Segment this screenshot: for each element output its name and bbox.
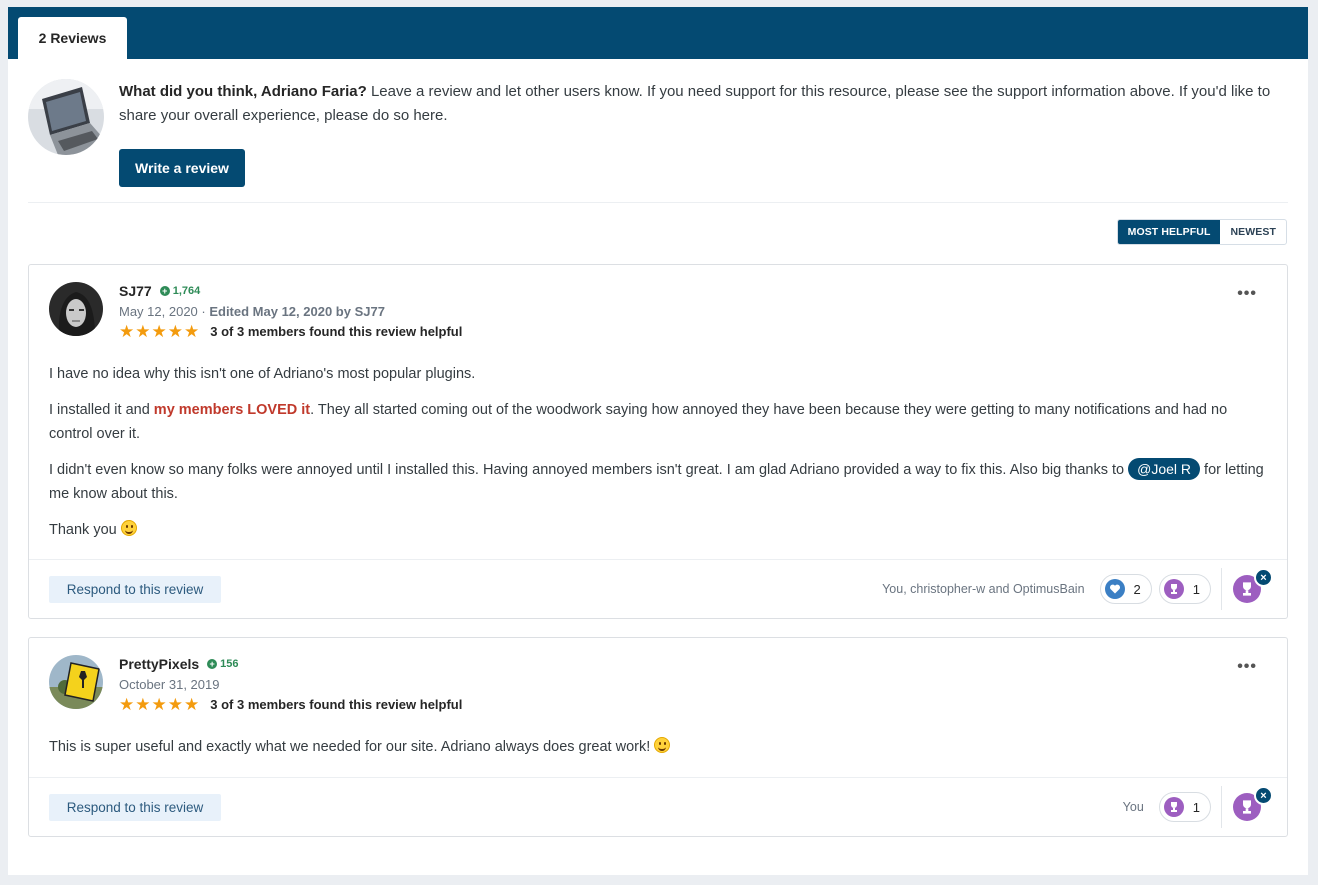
trophy-icon — [1163, 579, 1184, 599]
sort-most-helpful-button[interactable]: MOST HELPFUL — [1117, 220, 1221, 244]
highlighted-text: my members LOVED it — [153, 402, 311, 418]
review-paragraph: Thank you — [49, 518, 1269, 542]
review-footer: Respond to this review You, christopher-… — [29, 559, 1287, 618]
helpful-text: 3 of 3 members found this review helpful — [210, 324, 463, 339]
star-icon: ★ — [135, 322, 151, 341]
review-author: SJ77 +1,764 — [119, 283, 200, 299]
star-icon: ★ — [151, 322, 167, 341]
review-paragraph: This is super useful and exactly what we… — [49, 735, 1269, 759]
reputation-badge: +1,764 — [159, 285, 201, 297]
review-body: I have no idea why this isn't one of Adr… — [49, 362, 1269, 554]
text: Thank you — [49, 522, 121, 538]
avatar[interactable] — [28, 79, 104, 155]
tab-bar: 2 Reviews — [8, 7, 1308, 59]
review-date: May 12, 2020 · Edited May 12, 2020 by SJ… — [119, 304, 385, 319]
date-text: May 12, 2020 · — [119, 304, 210, 319]
star-icon: ★ — [151, 695, 167, 714]
review-paragraph: I installed it and my members LOVED it. … — [49, 398, 1269, 446]
star-icon: ★ — [135, 695, 151, 714]
trophy-count: 1 — [1192, 581, 1200, 597]
prompt-text: What did you think, Adriano Faria? Leave… — [119, 80, 1279, 128]
heart-icon — [1104, 579, 1125, 599]
trophy-icon — [1163, 797, 1184, 817]
smiley-emoji-icon — [654, 737, 671, 753]
more-options-icon[interactable]: ••• — [1237, 658, 1257, 676]
divider — [1221, 786, 1222, 828]
sort-toggle: MOST HELPFUL NEWEST — [1116, 219, 1287, 245]
sort-newest-button[interactable]: NEWEST — [1220, 220, 1286, 244]
star-icon: ★ — [119, 322, 135, 341]
review-paragraph: I have no idea why this isn't one of Adr… — [49, 366, 476, 382]
review-footer: Respond to this review You 1 × — [29, 777, 1287, 836]
review-body: This is super useful and exactly what we… — [49, 735, 1269, 771]
plus-icon: + — [207, 659, 218, 669]
star-icon: ★ — [119, 695, 135, 714]
divider — [1221, 568, 1222, 610]
trophy-reaction-count[interactable]: 1 — [1158, 574, 1211, 604]
avatar[interactable] — [49, 282, 103, 336]
review-author: PrettyPixels +156 — [119, 656, 239, 672]
user-mention[interactable]: @Joel R — [1128, 458, 1201, 480]
review-card: SJ77 +1,764 May 12, 2020 · Edited May 12… — [28, 264, 1288, 619]
reacted-by-text[interactable]: You, christopher-w and OptimusBain — [882, 582, 1084, 596]
star-icon: ★ — [167, 695, 183, 714]
smiley-emoji-icon — [120, 520, 137, 536]
like-reaction-count[interactable]: 2 — [1099, 574, 1152, 604]
reputation-count: 156 — [220, 658, 239, 670]
respond-button[interactable]: Respond to this review — [49, 794, 221, 821]
reacted-by-text[interactable]: You — [1123, 800, 1144, 814]
author-name[interactable]: SJ77 — [119, 283, 152, 299]
star-icon: ★ — [184, 695, 200, 714]
plus-icon: + — [159, 286, 170, 296]
write-review-button[interactable]: Write a review — [119, 149, 245, 187]
trophy-count: 1 — [1192, 799, 1200, 815]
edited-text: Edited May 12, 2020 by SJ77 — [209, 304, 385, 319]
rating-stars: ★ ★ ★ ★ ★ 3 of 3 members found this review h… — [119, 323, 462, 340]
helpful-text: 3 of 3 members found this review helpful — [210, 697, 463, 712]
tab-reviews[interactable]: 2 Reviews — [18, 17, 127, 59]
star-icon: ★ — [184, 322, 200, 341]
avatar[interactable] — [49, 655, 103, 709]
review-prompt: What did you think, Adriano Faria? Leave… — [28, 79, 1288, 203]
trophy-reaction-count[interactable]: 1 — [1158, 792, 1211, 822]
rating-stars: ★ ★ ★ ★ ★ 3 of 3 members found this review h… — [119, 696, 462, 713]
like-count: 2 — [1133, 581, 1141, 597]
remove-reaction-button[interactable]: × — [1254, 786, 1273, 805]
prompt-question: What did you think, Adriano Faria? — [119, 83, 367, 100]
reputation-badge: +156 — [207, 658, 239, 670]
more-options-icon[interactable]: ••• — [1237, 285, 1257, 303]
author-name[interactable]: PrettyPixels — [119, 656, 199, 672]
remove-reaction-button[interactable]: × — [1254, 568, 1273, 587]
text: This is super useful and exactly what we… — [49, 739, 655, 755]
reviews-panel: 2 Reviews What did you think, Adriano Fa… — [8, 7, 1308, 875]
reactions: You 1 — [1123, 792, 1211, 822]
star-icon: ★ — [167, 322, 183, 341]
review-paragraph: I didn't even know so many folks were an… — [49, 458, 1269, 506]
reactions: You, christopher-w and OptimusBain 2 1 — [882, 574, 1211, 604]
text: I didn't even know so many folks were an… — [49, 462, 1129, 478]
reputation-count: 1,764 — [172, 285, 201, 297]
respond-button[interactable]: Respond to this review — [49, 576, 221, 603]
text: I installed it and — [49, 402, 154, 418]
review-date: October 31, 2019 — [119, 677, 220, 692]
review-card: PrettyPixels +156 October 31, 2019 ★ ★ ★ ★ ★… — [28, 637, 1288, 837]
